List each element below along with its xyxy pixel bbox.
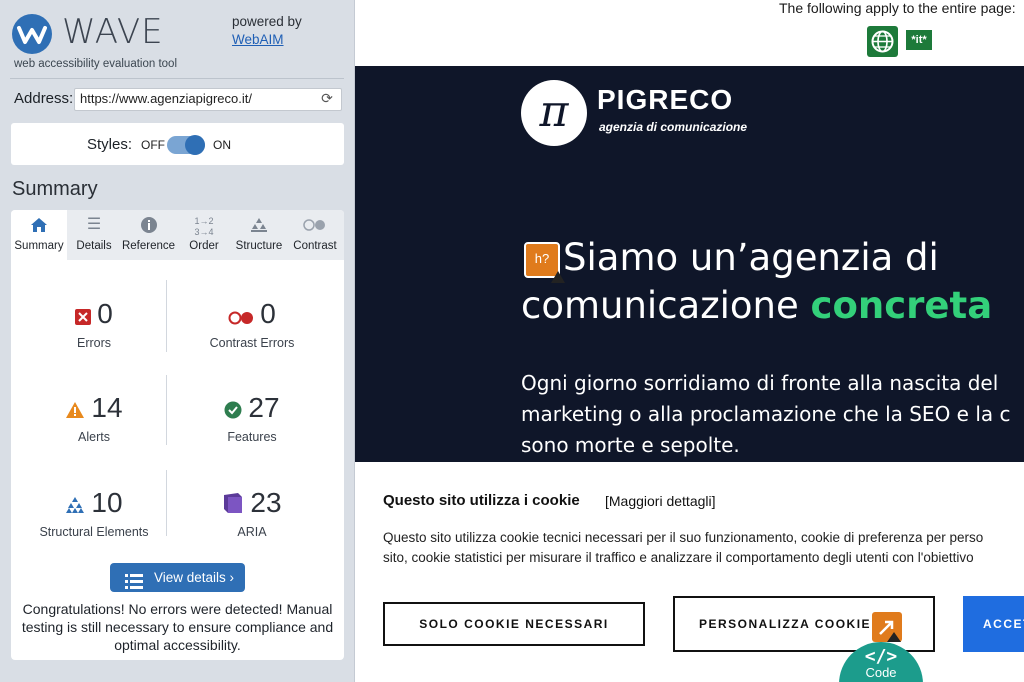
toggle-knob — [185, 135, 205, 155]
styles-toggle-box: Styles: OFF ON — [11, 123, 344, 165]
view-details-button[interactable]: View details › — [110, 563, 245, 592]
contrast-errors-count: 0 — [260, 298, 276, 329]
link-alert-icon[interactable] — [872, 612, 902, 642]
error-icon — [75, 300, 92, 332]
stat-contrast-errors[interactable]: 0 Contrast Errors — [167, 298, 337, 388]
view-details-label: View details › — [154, 570, 235, 585]
tab-details[interactable]: ☰ Details — [67, 210, 121, 260]
hero-paragraph: Ogni giorno sorridiamo di fronte alla na… — [521, 371, 1011, 457]
wave-logo-icon — [12, 14, 52, 54]
brand-tagline: agenzia di comunicazione — [599, 120, 748, 134]
errors-count: 0 — [97, 298, 113, 329]
alerts-label: Alerts — [78, 429, 110, 444]
tab-contrast[interactable]: Contrast — [286, 210, 344, 260]
code-tab-label: Code — [865, 665, 897, 680]
styles-label: Styles: — [87, 136, 133, 153]
hero-section: π PIGRECO agenzia di comunicazione Siamo… — [355, 66, 1024, 462]
styles-toggle[interactable] — [167, 135, 205, 155]
features-count: 27 — [248, 392, 280, 423]
stat-features[interactable]: 27 Features — [167, 392, 337, 482]
cookie-banner: Questo sito utilizza i cookie [Maggiori … — [355, 462, 1024, 682]
aria-icon — [222, 489, 244, 521]
styles-on-label: ON — [213, 138, 231, 152]
address-input[interactable]: https://www.agenziapigreco.it/ — [74, 88, 342, 111]
congrats-message: Congratulations! No errors were detected… — [21, 601, 334, 653]
website-view: The following apply to the entire page: … — [355, 0, 1024, 682]
contrast-icon — [286, 210, 344, 240]
wave-logo-word: WAVE — [62, 12, 164, 52]
divider — [10, 78, 344, 79]
pigreco-logo-icon[interactable]: π — [521, 80, 587, 146]
cookie-title: Questo sito utilizza i cookie — [383, 492, 580, 509]
stat-errors[interactable]: 0 Errors — [11, 298, 177, 388]
summary-panel: Summary ☰ Details Reference 1→2 3→4 Order — [11, 210, 344, 660]
address-label: Address: — [14, 90, 74, 107]
heading-alert-icon[interactable]: h? — [524, 242, 565, 283]
tab-reference[interactable]: Reference — [121, 210, 176, 260]
tab-summary[interactable]: Summary — [11, 210, 67, 260]
cookie-text: Questo sito utilizza cookie tecnici nece… — [383, 530, 984, 565]
info-icon — [121, 210, 176, 240]
list-icon — [125, 570, 143, 589]
globe-icon[interactable] — [867, 26, 898, 57]
structure-icon — [232, 210, 286, 240]
alert-icon — [65, 394, 85, 426]
wave-tagline: web accessibility evaluation tool — [14, 58, 178, 70]
language-badge[interactable]: *it* — [906, 30, 932, 50]
cookie-accept-button[interactable]: ACCET — [963, 596, 1024, 652]
reload-icon[interactable]: ⟳ — [318, 90, 336, 108]
contrast-errors-label: Contrast Errors — [209, 335, 295, 350]
structural-count: 10 — [91, 487, 123, 518]
panel-title: Summary — [12, 178, 98, 200]
page-notice-bar: The following apply to the entire page: … — [355, 0, 1024, 66]
structural-label: Structural Elements — [39, 524, 149, 539]
wave-sidebar: WAVE web accessibility evaluation tool p… — [0, 0, 355, 682]
cookie-necessary-button[interactable]: SOLO COOKIE NECESSARI — [383, 602, 645, 646]
heading-line-2: comunicazione concreta — [521, 284, 993, 327]
feature-icon — [224, 394, 242, 426]
order-icon: 1→2 3→4 — [194, 216, 214, 237]
list-icon: ☰ — [86, 216, 102, 233]
aria-count: 23 — [250, 487, 282, 518]
structure-icon — [65, 489, 85, 521]
powered-by-text: powered by — [232, 14, 302, 29]
tab-bar: Summary ☰ Details Reference 1→2 3→4 Order — [11, 210, 344, 260]
alerts-count: 14 — [91, 392, 123, 423]
errors-label: Errors — [76, 335, 112, 350]
features-label: Features — [227, 429, 277, 444]
aria-label: ARIA — [237, 524, 267, 539]
cookie-details-link[interactable]: [Maggiori dettagli] — [605, 493, 716, 509]
webaim-link[interactable]: WebAIM — [232, 32, 284, 47]
styles-off-label: OFF — [141, 138, 165, 152]
contrast-error-icon — [228, 300, 254, 332]
home-icon — [11, 210, 67, 240]
stat-alerts[interactable]: 14 Alerts — [11, 392, 177, 482]
code-toggle-tab[interactable]: </> Code — [839, 642, 923, 682]
heading-line-1: Siamo un’agenzia di — [563, 236, 939, 279]
brand-name: PIGRECO — [597, 84, 734, 115]
page-notice-text: The following apply to the entire page: — [779, 0, 1016, 16]
tab-structure[interactable]: Structure — [232, 210, 286, 260]
tab-order[interactable]: 1→2 3→4 Order — [176, 210, 232, 260]
code-icon: </> — [864, 646, 898, 667]
